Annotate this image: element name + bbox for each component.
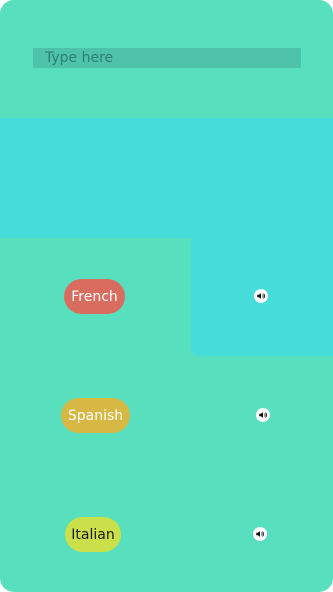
speaker-icon-glyph xyxy=(257,293,266,299)
speaker-icon[interactable] xyxy=(254,289,268,303)
cyan-panel-top xyxy=(0,118,333,238)
speaker-icon-glyph xyxy=(256,531,265,537)
speaker-icon[interactable] xyxy=(256,408,270,422)
input-area xyxy=(0,0,333,118)
spanish-button[interactable]: Spanish xyxy=(61,398,130,433)
french-button[interactable]: French xyxy=(64,279,125,314)
speaker-icon-glyph xyxy=(259,412,268,418)
app-screen: French Spanish Italian xyxy=(0,0,333,592)
speaker-icon[interactable] xyxy=(253,527,267,541)
text-input[interactable] xyxy=(33,48,301,68)
italian-button[interactable]: Italian xyxy=(65,517,121,552)
